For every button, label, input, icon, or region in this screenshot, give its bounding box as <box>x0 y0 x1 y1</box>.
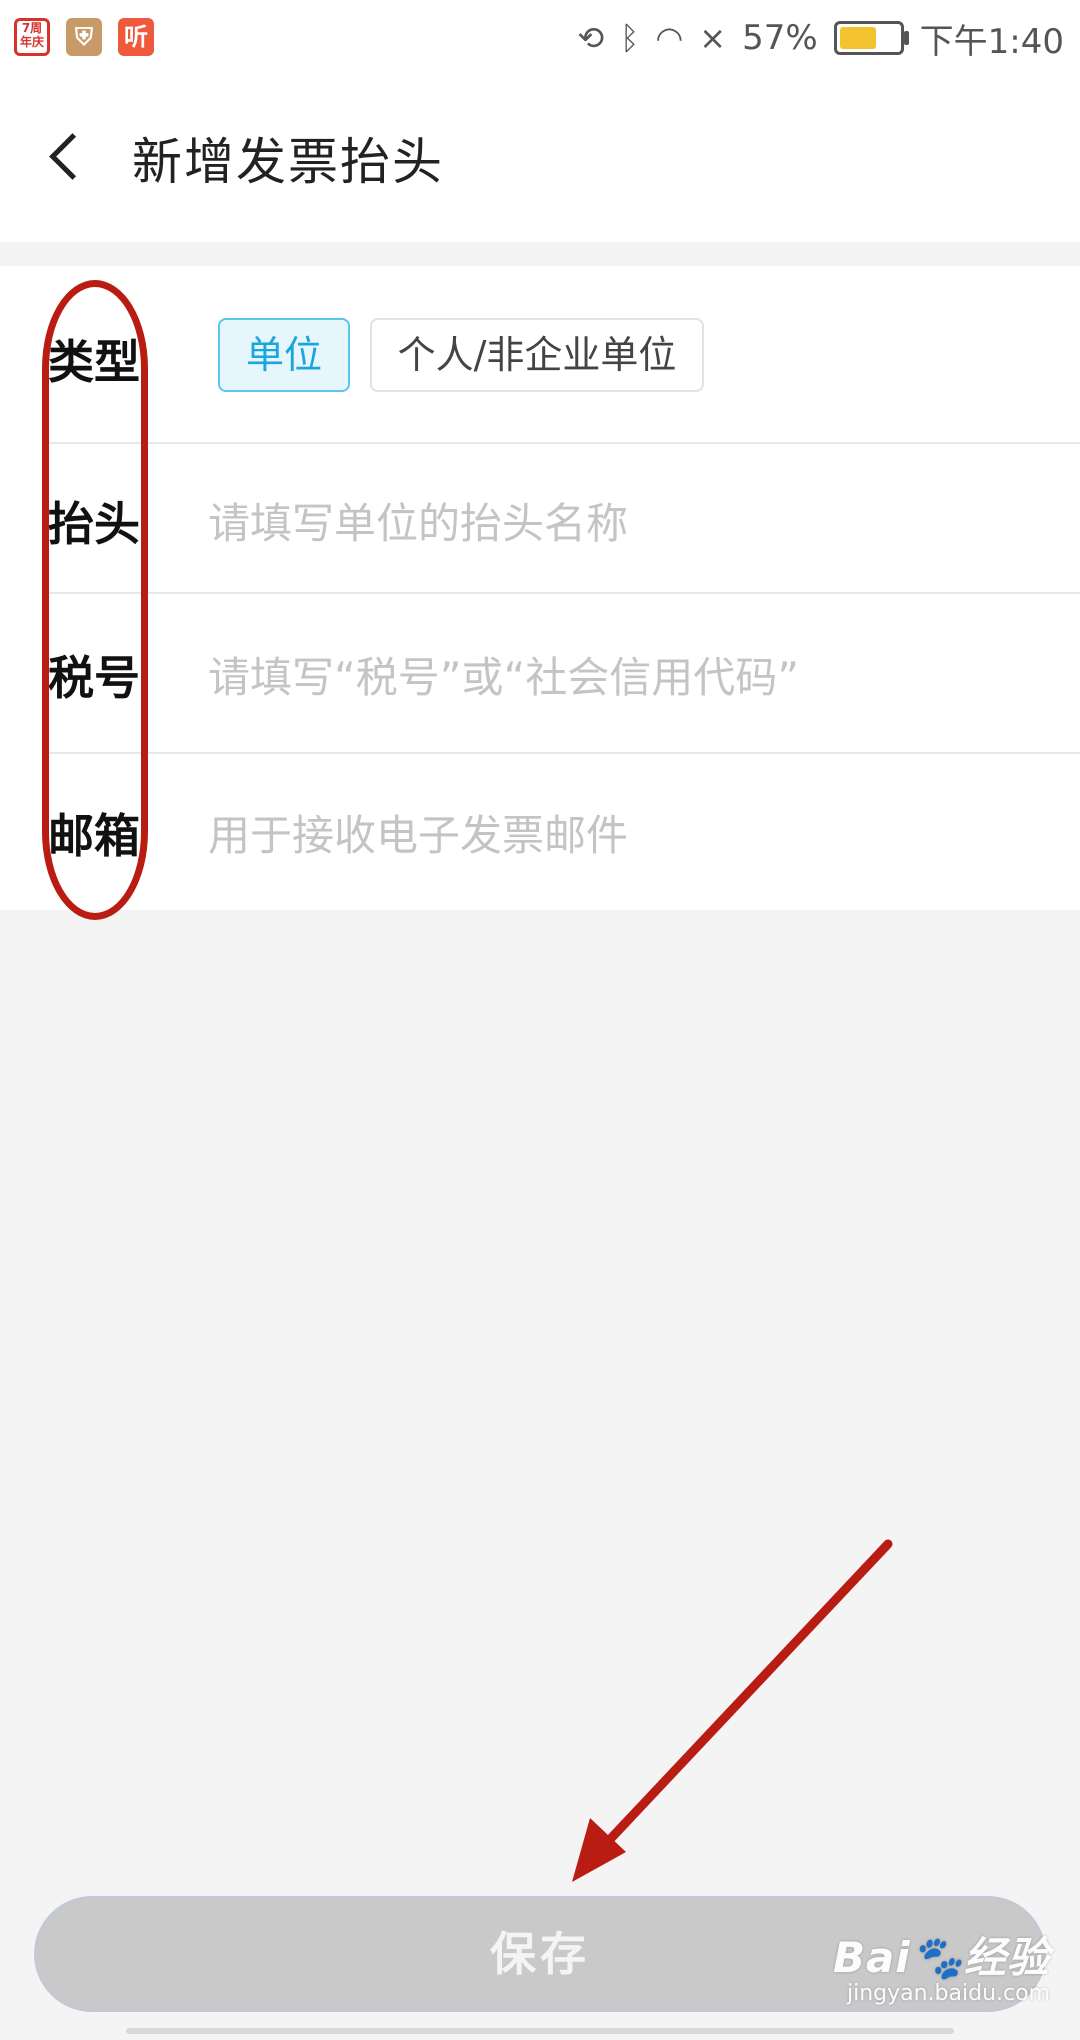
baidu-jingyan-watermark: Bai🐾经验 jingyan.baidu.com <box>833 1924 1050 2006</box>
watermark-logo: Bai🐾经验 <box>832 1933 1050 1982</box>
listen-app-icon: 听 <box>118 18 154 56</box>
title-row: 抬头 请填写单位的抬头名称 <box>0 442 1080 592</box>
status-bar: 7周年庆 ⛨ 听 ⟲ ᛒ ◠ ⨯ 57% 下午1:40 <box>0 0 1080 76</box>
title-input[interactable]: 请填写单位的抬头名称 <box>208 490 628 551</box>
bluetooth-icon: ᛒ <box>620 19 640 57</box>
rotate-lock-icon: ⟲ <box>577 19 605 57</box>
tax-id-input[interactable]: 请填写“税号”或“社会信用代码” <box>208 644 799 705</box>
back-arrow-icon[interactable] <box>38 128 98 188</box>
battery-level <box>839 27 877 49</box>
shield-app-icon: ⛨ <box>66 18 102 56</box>
status-indicators: ⟲ ᛒ ◠ ⨯ 57% 下午1:40 <box>577 14 1064 62</box>
battery-percent: 57% <box>742 18 818 58</box>
watermark-url: jingyan.baidu.com <box>846 1981 1050 2006</box>
annotation-oval <box>42 280 148 920</box>
type-option-company[interactable]: 单位 <box>218 318 350 392</box>
clock: 下午1:40 <box>919 21 1064 62</box>
type-row: 类型 单位 个人/非企业单位 <box>0 266 1080 442</box>
navigation-bar[interactable] <box>126 2028 954 2034</box>
email-row: 邮箱 用于接收电子发票邮件 <box>0 752 1080 910</box>
tax-id-row: 税号 请填写“税号”或“社会信用代码” <box>0 592 1080 752</box>
email-input[interactable]: 用于接收电子发票邮件 <box>208 802 628 863</box>
anniversary-app-icon: 7周年庆 <box>14 18 50 56</box>
cellular-no-signal-icon: ⨯ <box>699 19 727 57</box>
page-title: 新增发票抬头 <box>132 133 444 191</box>
invoice-title-form: 类型 单位 个人/非企业单位 抬头 请填写单位的抬头名称 税号 请填写“税号”或… <box>0 266 1080 910</box>
wifi-icon: ◠ <box>655 19 684 57</box>
type-option-individual[interactable]: 个人/非企业单位 <box>370 318 704 392</box>
battery-icon <box>833 21 909 55</box>
app-header: 新增发票抬头 <box>0 76 1080 242</box>
